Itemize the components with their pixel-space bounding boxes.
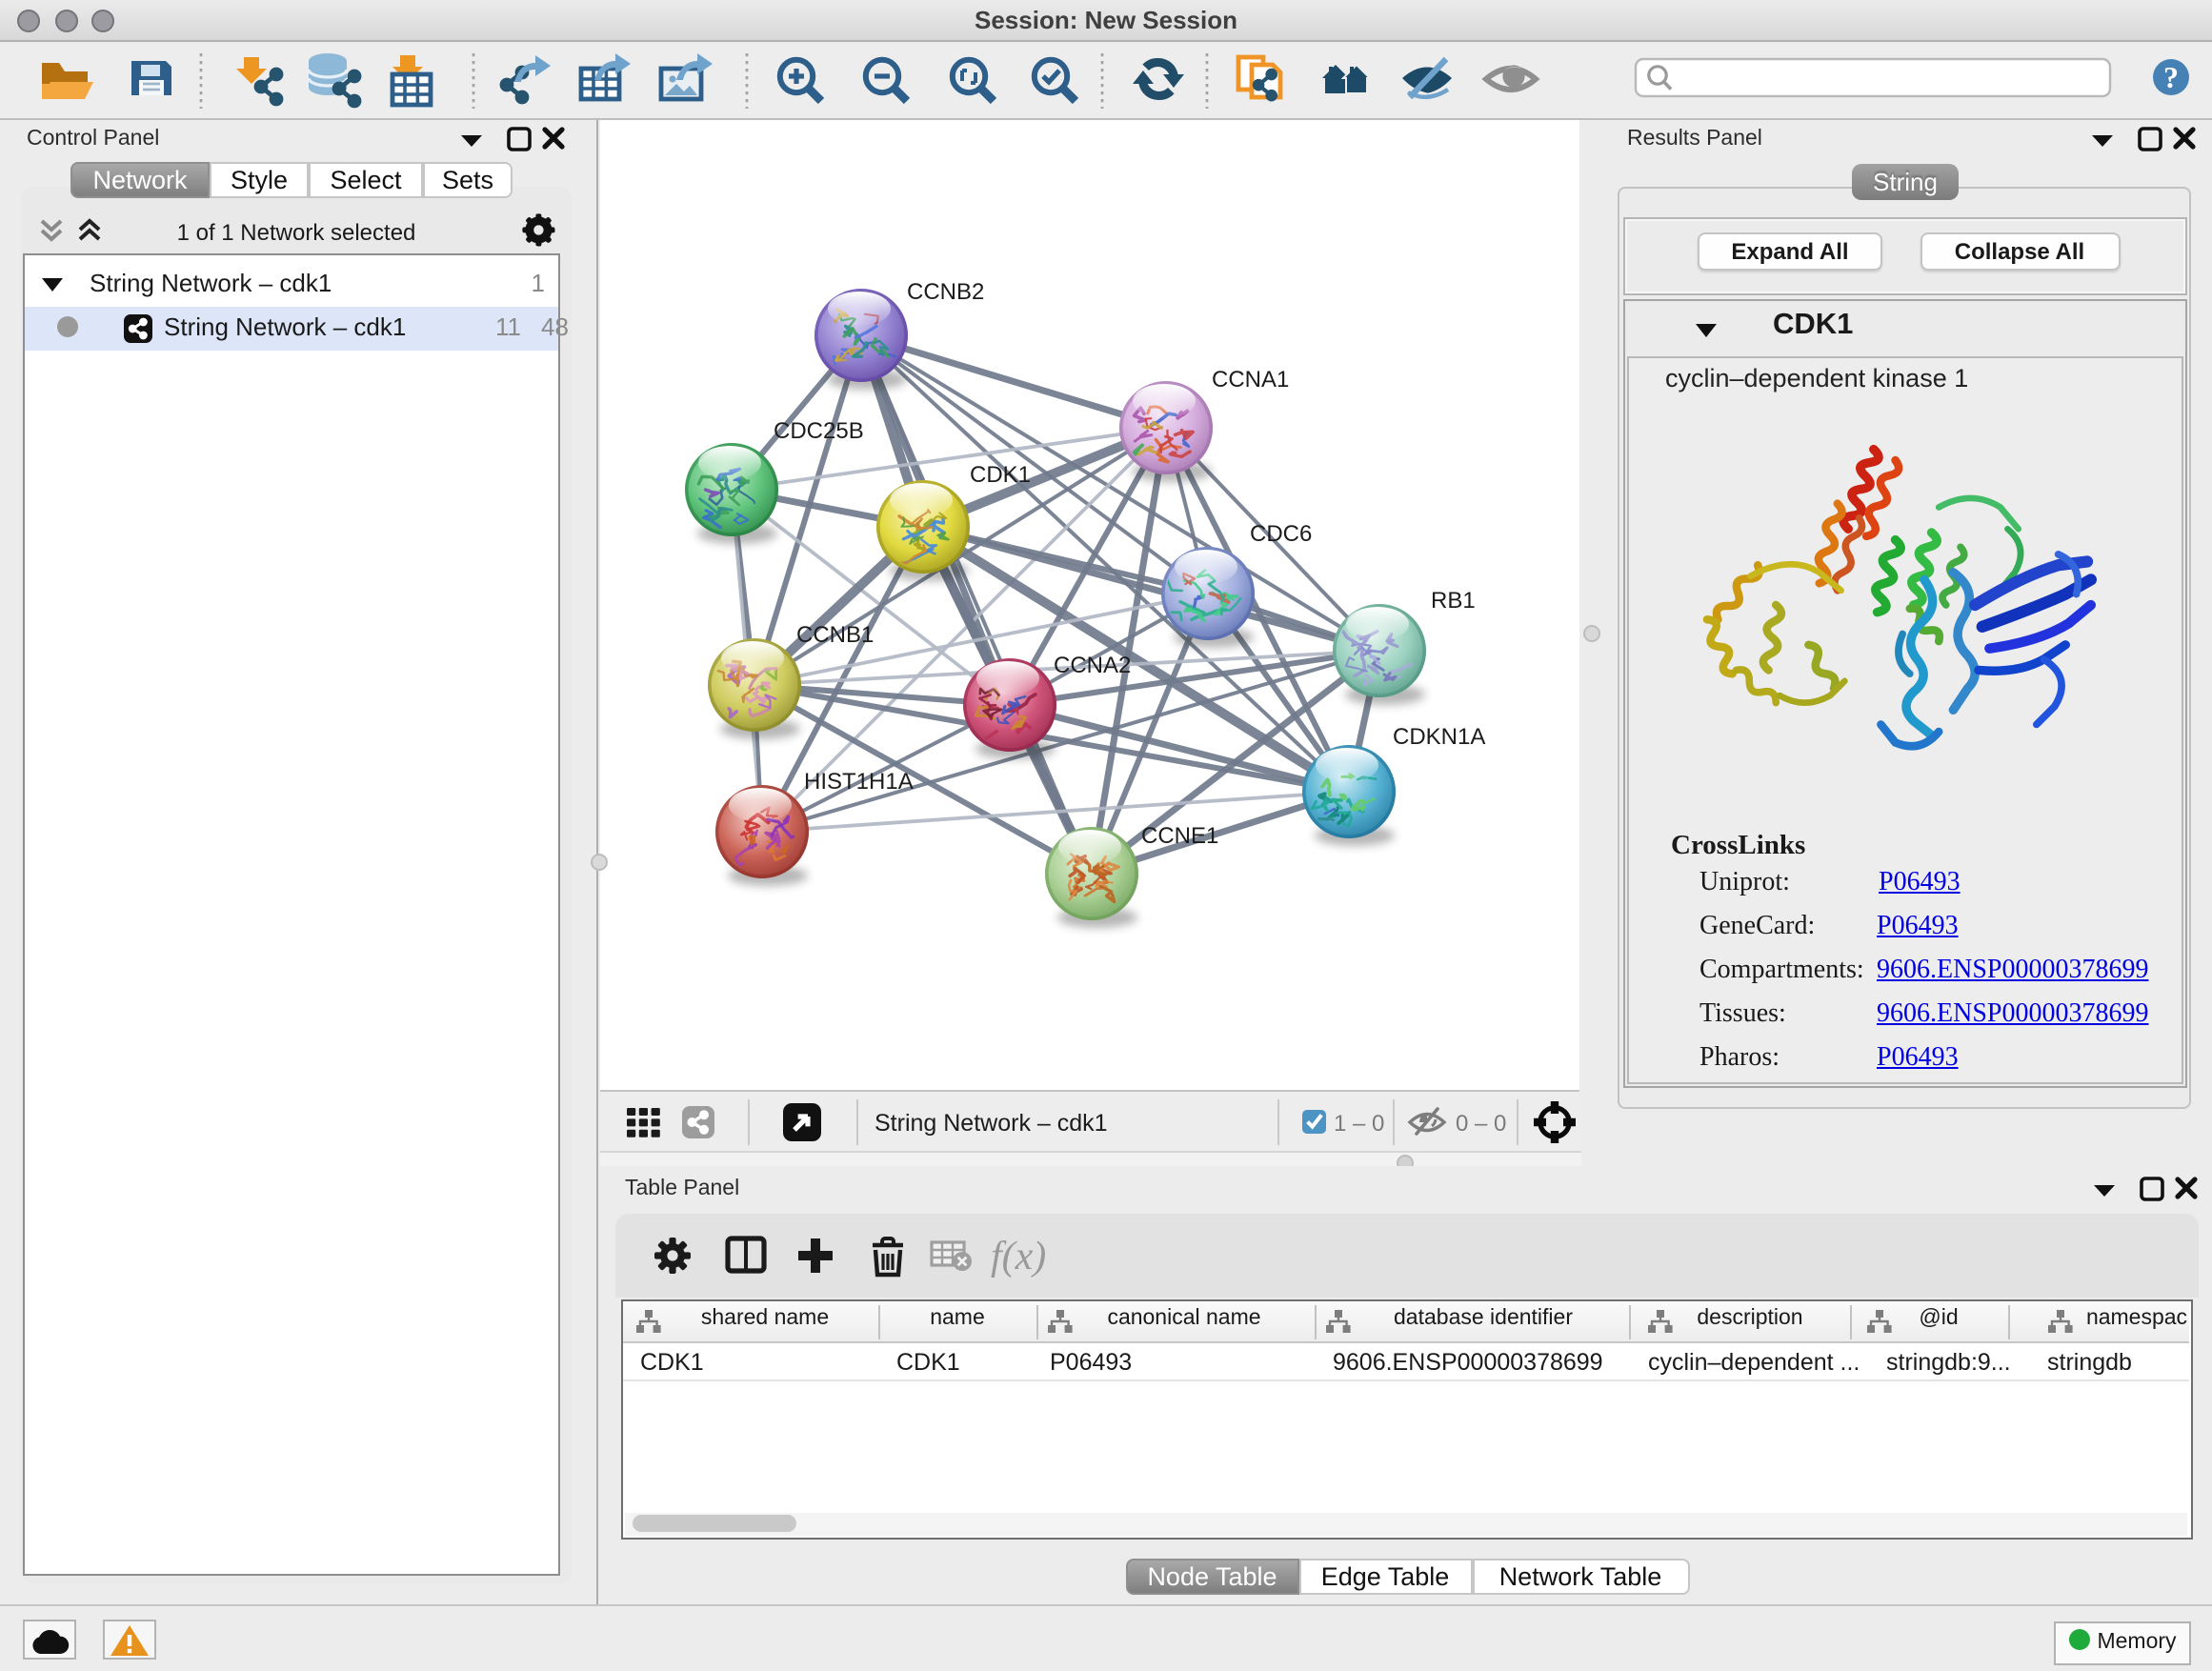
- svg-text:CCNA1: CCNA1: [1212, 367, 1289, 393]
- svg-text:?: ?: [2163, 59, 2179, 93]
- svg-text:CDC25B: CDC25B: [774, 418, 864, 444]
- svg-text:CDK1: CDK1: [970, 462, 1031, 488]
- svg-text:String Network – cdk1: String Network – cdk1: [875, 1110, 1108, 1137]
- svg-text:HIST1H1A: HIST1H1A: [804, 769, 914, 795]
- svg-text:CDC6: CDC6: [1250, 521, 1312, 547]
- svg-text:RB1: RB1: [1431, 588, 1476, 614]
- svg-text:f(x): f(x): [990, 1235, 1045, 1278]
- svg-text:CCNB1: CCNB1: [796, 622, 874, 648]
- svg-text:0 – 0: 0 – 0: [1456, 1111, 1506, 1137]
- svg-text:CCNA2: CCNA2: [1054, 653, 1131, 678]
- svg-text:CDKN1A: CDKN1A: [1393, 724, 1485, 750]
- svg-text:CCNB2: CCNB2: [907, 279, 984, 305]
- svg-text:CCNE1: CCNE1: [1141, 823, 1218, 849]
- svg-text:1 – 0: 1 – 0: [1334, 1111, 1384, 1137]
